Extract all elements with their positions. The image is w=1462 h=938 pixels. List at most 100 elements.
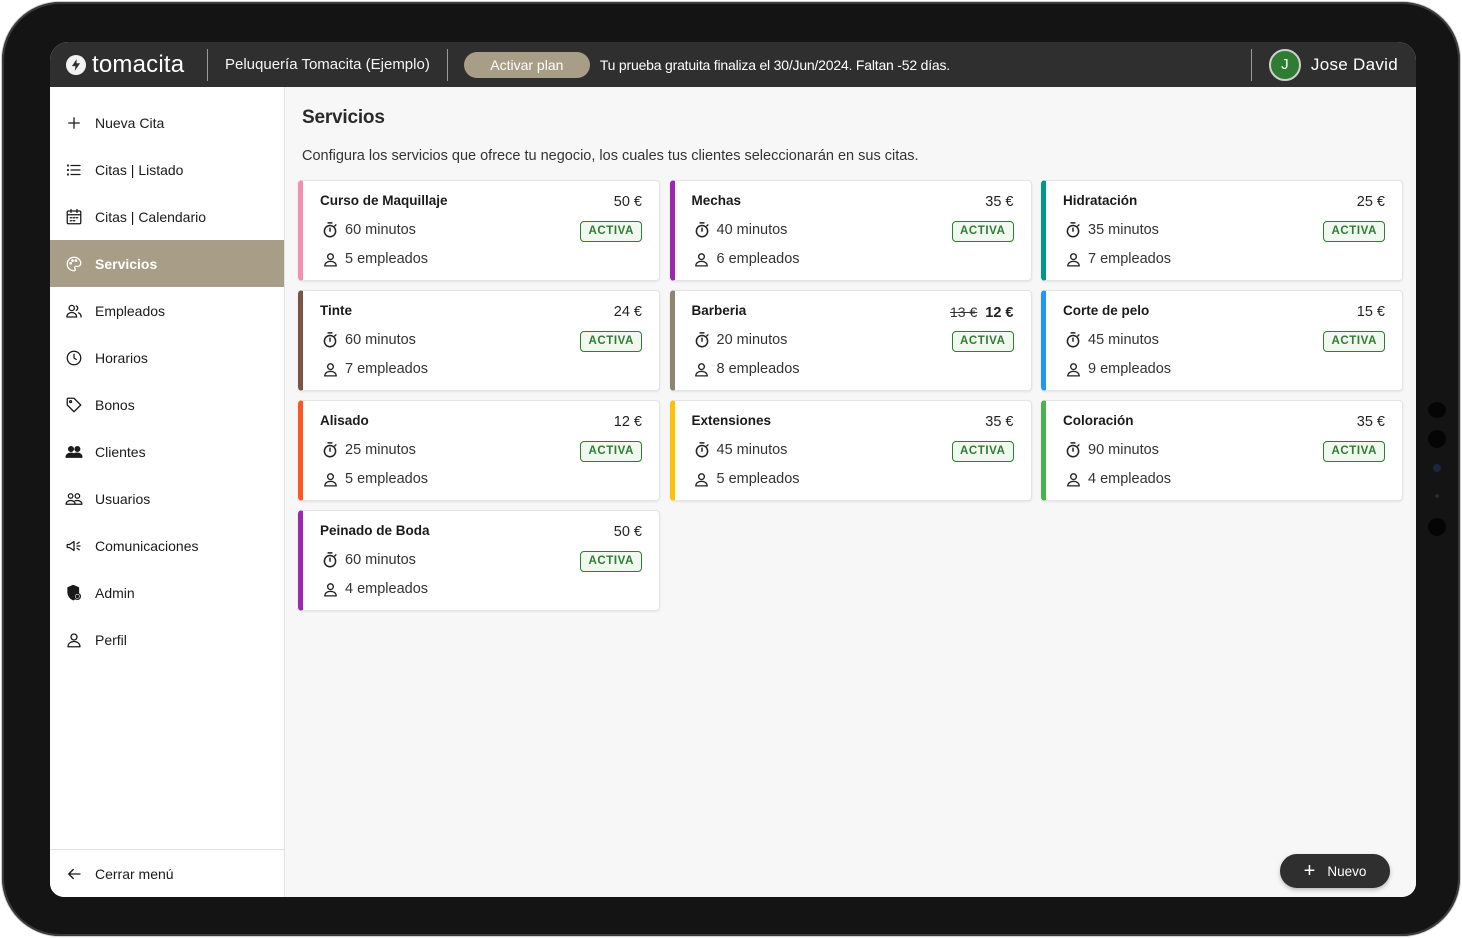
sidebar-item-citas-calendario[interactable]: Citas | Calendario <box>50 193 284 240</box>
sidebar-item-usuarios[interactable]: Usuarios <box>50 475 284 522</box>
service-card[interactable]: Hidratación 25 € 35 minutos ACTIVA 7 emplead… <box>1041 180 1403 281</box>
status-badge: ACTIVA <box>580 441 642 462</box>
status-badge: ACTIVA <box>580 221 642 242</box>
employees-text: 6 empleados <box>716 251 800 267</box>
camera-sensor <box>1435 494 1439 498</box>
person-icon <box>1064 360 1082 378</box>
service-price-value: 35 € <box>985 194 1014 210</box>
camera-sensor <box>1428 402 1446 418</box>
palette-icon <box>64 254 84 274</box>
new-button-label: Nuevo <box>1327 863 1367 879</box>
timer-icon <box>693 441 711 459</box>
camera-lens <box>1433 464 1441 472</box>
sidebar-footer: Cerrar menú <box>50 849 284 897</box>
page-description: Configura los servicios que ofrece tu ne… <box>302 148 919 164</box>
service-name: Curso de Maquillaje <box>320 193 448 208</box>
service-duration: 60 minutos <box>321 551 416 569</box>
activate-plan-button[interactable]: Activar plan <box>463 51 590 78</box>
status-badge: ACTIVA <box>1323 441 1385 462</box>
sidebar-item-horarios[interactable]: Horarios <box>50 334 284 381</box>
service-price: 35 € <box>985 414 1013 430</box>
page-title: Servicios <box>302 107 385 128</box>
service-price: 50 € <box>614 194 642 210</box>
user-name[interactable]: Jose David <box>1311 55 1398 75</box>
service-duration: 45 minutos <box>693 441 788 459</box>
duration-text: 45 minutos <box>716 442 788 458</box>
employees-text: 5 empleados <box>345 471 429 487</box>
service-card[interactable]: Corte de pelo 15 € 45 minutos ACTIVA 9 emple… <box>1041 290 1403 391</box>
service-price: 50 € <box>614 524 642 540</box>
divider <box>446 48 448 81</box>
sidebar-item-nueva-cita[interactable]: Nueva Cita <box>50 99 284 146</box>
trial-message: Tu prueba gratuita finaliza el 30/Jun/20… <box>599 56 950 73</box>
lightning-icon <box>66 54 86 75</box>
service-card[interactable]: Barberia 13 € 12 € 20 minutos ACTIVA 8 emplea… <box>669 290 1032 391</box>
person-icon <box>321 360 339 378</box>
service-name: Mechas <box>691 193 742 208</box>
sidebar-item-label: Empleados <box>95 302 166 319</box>
service-card[interactable]: Extensiones 35 € 45 minutos ACTIVA 5 emplead… <box>669 400 1032 501</box>
status-badge: ACTIVA <box>580 551 642 572</box>
calendar-icon <box>64 207 84 227</box>
user-menu[interactable]: J Jose David <box>1250 42 1416 87</box>
employees-text: 4 empleados <box>345 581 429 597</box>
timer-icon <box>1064 331 1082 349</box>
service-card[interactable]: Tinte 24 € 60 minutos ACTIVA 7 empleados <box>298 290 660 391</box>
sidebar-item-perfil[interactable]: Perfil <box>50 616 284 663</box>
service-duration: 20 minutos <box>693 331 788 349</box>
duration-text: 60 minutos <box>345 332 416 348</box>
close-menu-button[interactable]: Cerrar menú <box>50 850 284 897</box>
business-name[interactable]: Peluquería Tomacita (Ejemplo) <box>208 56 447 73</box>
service-employees: 4 empleados <box>1064 470 1171 488</box>
sidebar-item-citas-listado[interactable]: Citas | Listado <box>50 146 284 193</box>
status-badge: ACTIVA <box>1323 331 1385 352</box>
service-employees: 7 empleados <box>321 360 428 378</box>
sidebar-item-label: Citas | Calendario <box>95 208 207 225</box>
service-card[interactable]: Peinado de Boda 50 € 60 minutos ACTIVA 4 emp… <box>298 510 660 611</box>
sidebar-item-clientes[interactable]: Clientes <box>50 428 284 475</box>
new-service-button[interactable]: + Nuevo <box>1280 854 1390 888</box>
service-duration: 90 minutos <box>1064 441 1159 459</box>
duration-text: 45 minutos <box>1088 332 1159 348</box>
service-price: 15 € <box>1357 304 1385 320</box>
service-employees: 9 empleados <box>1064 360 1171 378</box>
plus-icon <box>64 113 84 133</box>
sidebar-item-comunicaciones[interactable]: Comunicaciones <box>50 522 284 569</box>
main-content: Servicios Configura los servicios que of… <box>285 87 1416 897</box>
service-card[interactable]: Coloración 35 € 90 minutos ACTIVA 4 empleado… <box>1041 400 1403 501</box>
close-menu-label: Cerrar menú <box>95 865 174 882</box>
person-icon <box>321 580 339 598</box>
users-icon <box>64 489 84 509</box>
duration-text: 60 minutos <box>345 222 416 238</box>
service-price-value: 25 € <box>1356 194 1385 210</box>
sidebar-item-empleados[interactable]: Empleados <box>50 287 284 334</box>
avatar[interactable]: J <box>1268 48 1301 81</box>
service-old-price: 13 € <box>950 304 978 320</box>
person-icon <box>1064 250 1082 268</box>
clock-icon <box>64 348 84 368</box>
service-employees: 5 empleados <box>321 250 428 268</box>
service-price: 25 € <box>1357 194 1385 210</box>
service-card[interactable]: Mechas 35 € 40 minutos ACTIVA 6 empleados <box>669 180 1032 281</box>
divider <box>1250 48 1252 81</box>
sidebar-item-admin[interactable]: Admin <box>50 569 284 616</box>
tablet-frame: tomacita Peluquería Tomacita (Ejemplo) A… <box>2 2 1460 936</box>
brand-logo[interactable]: tomacita <box>50 51 207 79</box>
tag-icon <box>64 395 84 415</box>
sidebar-item-servicios[interactable]: Servicios <box>50 240 284 287</box>
service-employees: 8 empleados <box>693 360 800 378</box>
duration-text: 20 minutos <box>716 332 788 348</box>
service-name: Corte de pelo <box>1063 303 1150 318</box>
sidebar-item-bonos[interactable]: Bonos <box>50 381 284 428</box>
service-card[interactable]: Curso de Maquillaje 50 € 60 minutos ACTIVA 5… <box>298 180 660 281</box>
service-card[interactable]: Alisado 12 € 25 minutos ACTIVA 5 empleados <box>298 400 660 501</box>
service-price: 35 € <box>985 194 1013 210</box>
service-employees: 7 empleados <box>1064 250 1171 268</box>
service-duration: 60 minutos <box>321 331 416 349</box>
service-duration: 25 minutos <box>321 441 416 459</box>
timer-icon <box>693 221 711 239</box>
timer-icon <box>1064 441 1082 459</box>
employees-text: 5 empleados <box>345 251 429 267</box>
brand-name: tomacita <box>92 50 185 78</box>
sidebar-item-label: Usuarios <box>95 490 151 507</box>
